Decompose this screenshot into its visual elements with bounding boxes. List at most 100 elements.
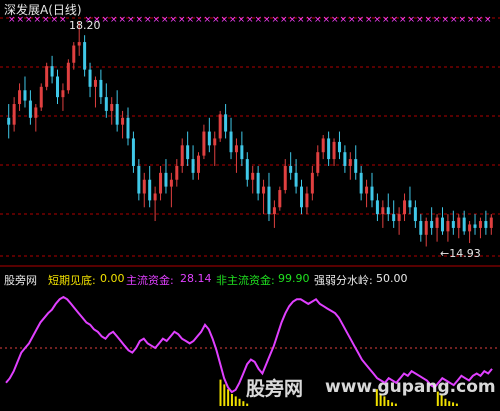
candle-body [169, 179, 173, 187]
candle-body [229, 131, 233, 153]
chart-title: 深发展A(日线) [4, 3, 82, 17]
candle-body [316, 152, 320, 173]
signal-marker: × [323, 15, 331, 25]
candle-body [386, 207, 390, 215]
candle-body [424, 221, 428, 235]
signal-marker: × [306, 15, 314, 25]
high-price-label: 18.20 [69, 19, 101, 32]
candle-body [93, 79, 97, 87]
main-fund-value: 28.14 [180, 272, 212, 285]
candle-body [240, 145, 244, 160]
candle-body [408, 200, 412, 208]
candle-body [72, 45, 76, 63]
bottom-signal-bar [227, 389, 230, 406]
candle-body [175, 165, 179, 180]
signal-marker: × [246, 15, 254, 25]
signal-marker: × [382, 15, 390, 25]
signal-marker: × [110, 15, 118, 25]
candle-body [321, 138, 325, 153]
candle-body [137, 165, 141, 194]
bottom-signal-bar [448, 401, 451, 406]
candle-body [23, 90, 27, 101]
signal-marker: × [119, 15, 127, 25]
candle-body [478, 221, 482, 228]
candle-body [365, 186, 369, 194]
candle-body [305, 193, 309, 208]
candle-body [473, 224, 477, 228]
signal-marker: × [416, 15, 424, 25]
bottom-signal-bar [246, 403, 249, 406]
candle-body [218, 114, 222, 139]
candle-body [310, 172, 314, 194]
signal-marker: × [229, 15, 237, 25]
signal-marker: × [272, 15, 280, 25]
signal-marker: × [450, 15, 458, 25]
candle-body [148, 179, 152, 201]
candle-body [196, 155, 200, 173]
candle-body [115, 104, 119, 125]
candle-body [267, 186, 271, 215]
signal-marker: × [459, 15, 467, 25]
candle-body [462, 217, 466, 232]
candle-body [468, 224, 472, 232]
non-main-fund-label: 非主流资金: [216, 274, 275, 287]
candle-body [142, 179, 146, 194]
candle-body [392, 214, 396, 222]
signal-marker: × [425, 15, 433, 25]
signal-marker: × [391, 15, 399, 25]
short-bottom-label: 短期见底: [48, 274, 96, 287]
candle-body [18, 90, 22, 105]
candle-body [327, 138, 331, 160]
candle-body [300, 186, 304, 208]
candle-body [39, 86, 43, 108]
candle-body [397, 214, 401, 222]
bottom-signal-bar [230, 394, 233, 406]
candle-body [348, 159, 352, 166]
candle-body [159, 172, 163, 194]
signal-marker: × [161, 15, 169, 25]
candle-body [354, 159, 358, 173]
bottom-signal-bar [234, 396, 237, 406]
chart-canvas: × × × × × × × × × × × × × × × × × × × × × × × × × × × × × × × × × × × × × × × ×… [0, 15, 500, 406]
bottom-signal-bar [444, 398, 447, 406]
candle-body [289, 165, 293, 173]
watermark-text: 股旁网 [246, 378, 304, 400]
candle-body [484, 221, 488, 228]
short-bottom-value: 0.00 [100, 272, 125, 285]
candle-body [50, 66, 54, 77]
signal-marker: × [289, 15, 297, 25]
main-fund-label: 主流资金: [126, 274, 174, 287]
candle-body [153, 193, 157, 201]
candle-body [121, 117, 125, 125]
candle-body [234, 145, 238, 153]
candle-body [186, 145, 190, 160]
signal-marker: × [178, 15, 186, 25]
candle-body [28, 100, 32, 118]
candle-body [99, 79, 103, 98]
signal-marker: × [374, 15, 382, 25]
candle-body [164, 172, 168, 187]
candle-body [435, 217, 439, 228]
low-price-label: ←14.93 [440, 247, 481, 260]
signal-marker: × [204, 15, 212, 25]
watermark-url: www.gupang.com [325, 377, 496, 397]
bottom-signal-bar [223, 384, 226, 406]
signal-marker: × [153, 15, 161, 25]
candle-body [451, 221, 455, 228]
signal-marker: × [484, 15, 492, 25]
bottom-signal-bar [383, 396, 386, 406]
candle-body [245, 159, 249, 180]
candle-body [131, 138, 135, 166]
signal-marker: × [408, 15, 416, 25]
bottom-signal-bar [242, 401, 245, 406]
candle-body [403, 200, 407, 215]
candle-body [332, 141, 336, 160]
candle-body [56, 76, 60, 98]
candle-body [34, 107, 38, 118]
candle-body [224, 114, 228, 132]
signal-marker: × [187, 15, 195, 25]
candle-body [7, 117, 11, 125]
signal-marker: × [195, 15, 203, 25]
signal-marker: × [348, 15, 356, 25]
signal-marker: × [102, 15, 110, 25]
